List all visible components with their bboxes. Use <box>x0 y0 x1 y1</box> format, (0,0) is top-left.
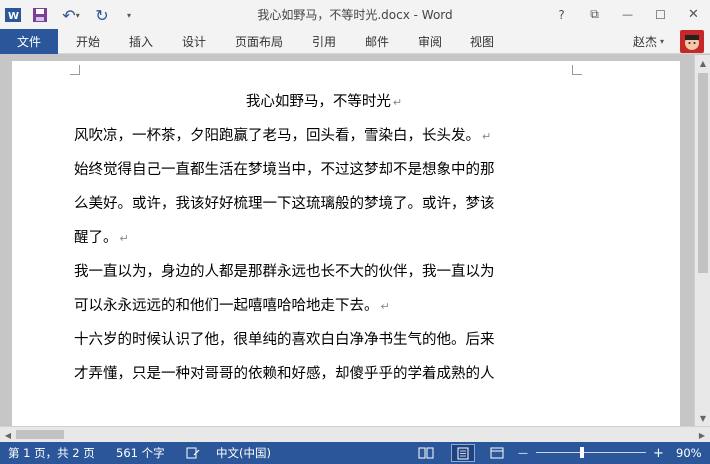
tab-design[interactable]: 设计 <box>182 29 206 54</box>
minimize-button[interactable]: — <box>611 0 644 29</box>
document-title-line: 我心如野马，不等时光 ↵ <box>74 85 574 119</box>
text-line: 我一直以为，身边的人都是那群永远也长不大的伙伴，我一直以为 <box>74 255 574 289</box>
margin-corner-top-right <box>572 65 582 75</box>
maximize-button[interactable]: ☐ <box>644 0 677 29</box>
avatar[interactable] <box>680 30 704 53</box>
text-line: 么美好。或许，我该好好梳理一下这琉璃般的梦境了。或许，梦该 <box>74 187 574 221</box>
web-layout-icon[interactable] <box>490 442 504 464</box>
line-text: 始终觉得自己一直都生活在梦境当中，不过这梦却不是想象中的那 <box>74 162 495 178</box>
window-controls: ? ⧉ — ☐ ✕ <box>545 0 710 29</box>
user-avatar-icon <box>685 34 699 50</box>
text-line: 才弄懂，只是一种对哥哥的依赖和好感，却傻乎乎的学着成熟的人 <box>74 357 574 391</box>
tab-mailings[interactable]: 邮件 <box>365 29 389 54</box>
vertical-scrollbar[interactable]: ▲ ▼ <box>694 55 710 426</box>
print-layout-icon[interactable] <box>451 444 475 462</box>
text-line: 始终觉得自己一直都生活在梦境当中，不过这梦却不是想象中的那 <box>74 153 574 187</box>
line-text: 风吹凉，一杯茶，夕阳跑赢了老马，回头看，雪染白，长头发。 <box>74 128 480 144</box>
scroll-right-icon[interactable]: ▶ <box>694 427 710 443</box>
ribbon-tab-row: 文件 开始 插入 设计 页面布局 引用 邮件 审阅 视图 赵杰 ▾ <box>0 29 710 54</box>
line-text: 么美好。或许，我该好好梳理一下这琉璃般的梦境了。或许，梦该 <box>74 196 495 212</box>
line-text: 醒了。 <box>74 230 118 246</box>
zoom-slider-knob[interactable] <box>580 447 584 458</box>
help-button[interactable]: ? <box>545 0 578 29</box>
tab-references[interactable]: 引用 <box>312 29 336 54</box>
language[interactable]: 中文(中国) <box>216 442 271 464</box>
scroll-down-icon[interactable]: ▼ <box>695 410 710 426</box>
proofing-icon[interactable] <box>186 442 200 464</box>
ribbon-display-button[interactable]: ⧉ <box>578 0 611 29</box>
text-line: 醒了。 ↵ <box>74 221 574 255</box>
paragraph-mark-icon: ↵ <box>392 96 403 109</box>
close-button[interactable]: ✕ <box>677 0 710 29</box>
tab-file[interactable]: 文件 <box>0 29 58 54</box>
line-text: 我一直以为，身边的人都是那群永远也长不大的伙伴，我一直以为 <box>74 264 495 280</box>
zoom-out-button[interactable]: — <box>518 442 528 464</box>
scroll-left-icon[interactable]: ◀ <box>0 427 16 443</box>
scroll-up-icon[interactable]: ▲ <box>695 55 710 71</box>
tab-home[interactable]: 开始 <box>76 29 100 54</box>
tab-view[interactable]: 视图 <box>470 29 494 54</box>
document-canvas: 我心如野马，不等时光 ↵ 风吹凉，一杯茶，夕阳跑赢了老马，回头看，雪染白，长头发。… <box>0 55 694 426</box>
text-line: 风吹凉，一杯茶，夕阳跑赢了老马，回头看，雪染白，长头发。 ↵ <box>74 119 574 153</box>
chevron-down-icon: ▾ <box>659 37 664 46</box>
tab-insert[interactable]: 插入 <box>129 29 153 54</box>
user-name: 赵杰 <box>632 35 657 49</box>
text-line: 十六岁的时候认识了他，很单纯的喜欢白白净净书生气的他。后来 <box>74 323 574 357</box>
margin-corner-top-left <box>70 65 80 75</box>
page-count[interactable]: 第 1 页，共 2 页 <box>8 442 95 464</box>
read-mode-icon[interactable] <box>418 442 434 464</box>
horizontal-scroll-thumb[interactable] <box>16 430 64 439</box>
paragraph-mark-icon: ↵ <box>119 232 129 245</box>
line-text: 十六岁的时候认识了他，很单纯的喜欢白白净净书生气的他。后来 <box>74 332 495 348</box>
status-bar: 第 1 页，共 2 页 561 个字 中文(中国) — + 90% <box>0 442 710 464</box>
horizontal-scrollbar[interactable]: ◀ ▶ <box>0 426 710 442</box>
document-page[interactable]: 我心如野马，不等时光 ↵ 风吹凉，一杯茶，夕阳跑赢了老马，回头看，雪染白，长头发。… <box>12 61 680 426</box>
paragraph-mark-icon: ↵ <box>482 130 492 143</box>
word-count[interactable]: 561 个字 <box>116 442 165 464</box>
vertical-scroll-thumb[interactable] <box>698 73 708 273</box>
tab-page-layout[interactable]: 页面布局 <box>235 29 283 54</box>
user-account[interactable]: 赵杰 ▾ <box>633 29 664 54</box>
zoom-slider[interactable] <box>536 452 646 453</box>
tab-review[interactable]: 审阅 <box>418 29 442 54</box>
line-text: 可以永永远远的和他们一起嘻嘻哈哈地走下去。 <box>74 298 379 314</box>
title-bar: W ↶ ▾ ↻ ▾ 我心如野马，不等时光.docx - Word ? ⧉ — ☐ … <box>0 0 710 29</box>
paragraph-mark-icon: ↵ <box>380 300 390 313</box>
zoom-level[interactable]: 90% <box>676 442 702 464</box>
line-text: 才弄懂，只是一种对哥哥的依赖和好感，却傻乎乎的学着成熟的人 <box>74 366 495 382</box>
line-text: 我心如野马，不等时光 <box>245 94 391 110</box>
document-body[interactable]: 我心如野马，不等时光 ↵ 风吹凉，一杯茶，夕阳跑赢了老马，回头看，雪染白，长头发。… <box>74 85 574 391</box>
zoom-in-button[interactable]: + <box>653 442 664 464</box>
text-line: 可以永永远远的和他们一起嘻嘻哈哈地走下去。 ↵ <box>74 289 574 323</box>
